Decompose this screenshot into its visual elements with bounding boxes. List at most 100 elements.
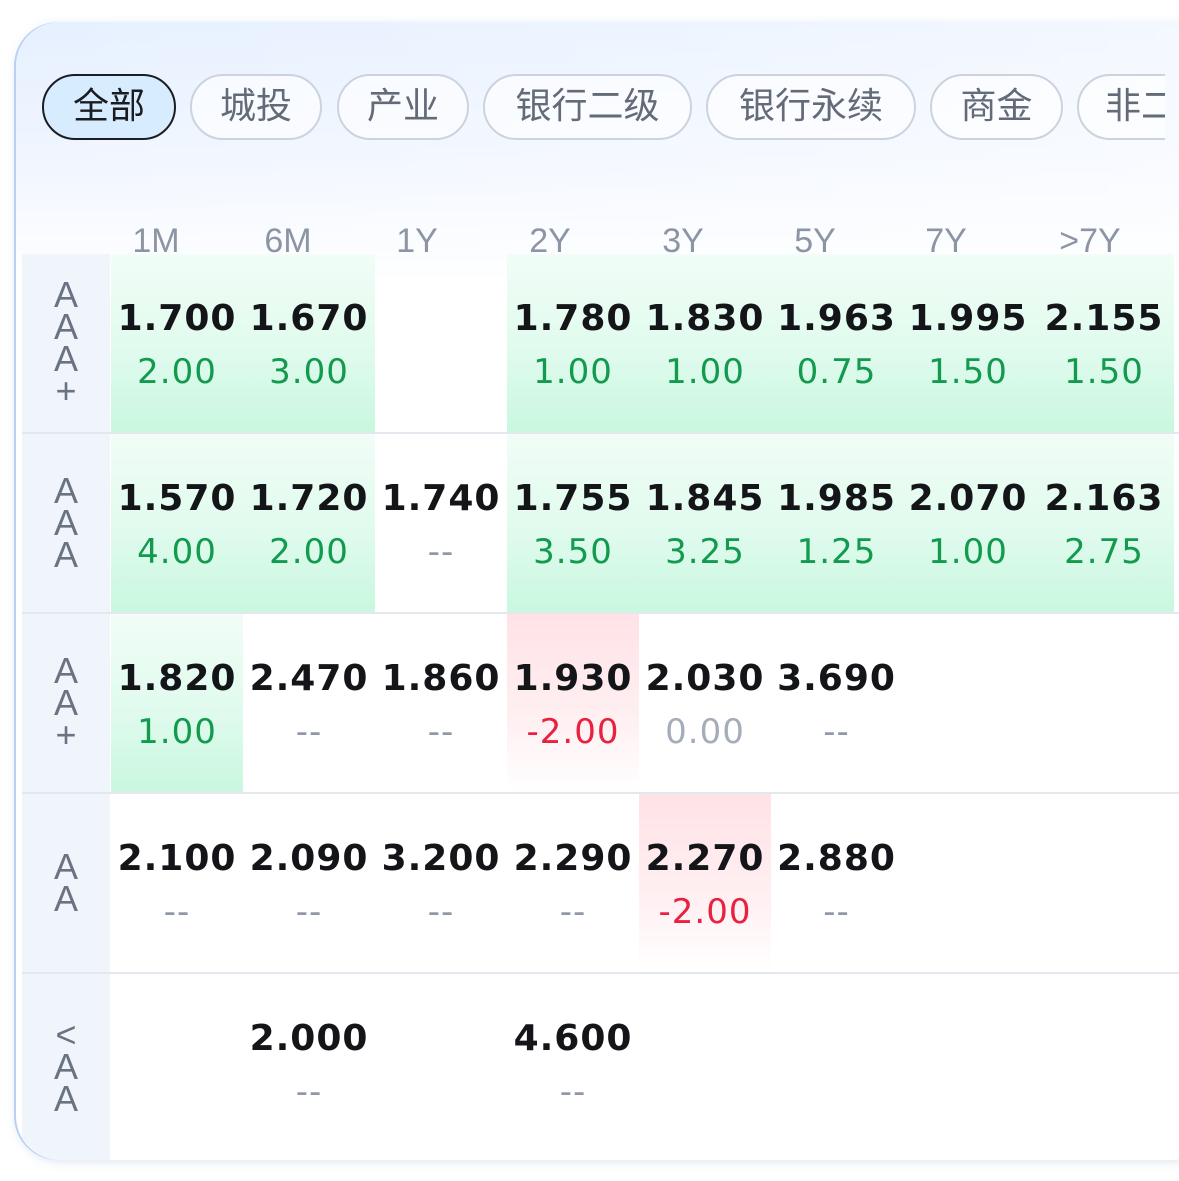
yield-cell[interactable]: 1.985 1.25	[771, 434, 902, 612]
yield-change: 2.75	[1064, 532, 1144, 572]
yield-cell[interactable]: 2.290 --	[507, 794, 639, 972]
yield-value: 1.570	[117, 478, 237, 519]
yield-cell[interactable]: 1.930 -2.00	[507, 614, 639, 792]
yield-cell[interactable]: 2.470 --	[243, 614, 375, 792]
yield-cell[interactable]: 2.880 --	[771, 794, 902, 972]
yield-change: 2.00	[269, 532, 349, 572]
yield-change: --	[427, 892, 455, 932]
yield-cell[interactable]: 1.995 1.50	[902, 254, 1034, 432]
rating-row-aaa: AAA 1.570 4.00 1.720 2.00 1.740 -- 1.755 3.50 1.8…	[22, 434, 1179, 612]
yield-cell[interactable]: 2.030 0.00	[639, 614, 771, 792]
yield-value: 3.200	[381, 838, 501, 879]
yield-cell[interactable]: 2.070 1.00	[902, 434, 1034, 612]
rating-row-below-aa: <AA 2.000 -- 4.600 --	[22, 974, 1179, 1160]
yield-value: 2.030	[645, 658, 765, 699]
yield-cell	[771, 974, 902, 1160]
yield-cell[interactable]: 1.700 2.00	[111, 254, 243, 432]
yield-value: 2.100	[117, 838, 237, 879]
yield-cell[interactable]: 2.163 2.75	[1034, 434, 1174, 612]
yield-value: 2.000	[249, 1018, 369, 1059]
yield-change: 1.50	[928, 352, 1008, 392]
yield-cell	[1034, 614, 1174, 792]
yield-value: 1.930	[513, 658, 633, 699]
yield-cell[interactable]: 1.860 --	[375, 614, 507, 792]
yield-value: 2.470	[249, 658, 369, 699]
rating-row-aaa-plus: AAA+ 1.700 2.00 1.670 3.00 1.780 1.00 1.830 1.00…	[22, 254, 1179, 432]
yield-cell[interactable]: 3.690 --	[771, 614, 902, 792]
yield-value: 3.690	[777, 658, 896, 699]
yield-cell	[639, 974, 771, 1160]
yield-value: 2.290	[513, 838, 633, 879]
category-tab-bar[interactable]: 全部 城投 产业 银行二级 银行永续 商金 非二	[42, 74, 1165, 144]
rating-row-aa-plus: AA+ 1.820 1.00 2.470 -- 1.860 -- 1.930 -2.00 2.03…	[22, 614, 1179, 792]
yield-cell[interactable]: 1.963 0.75	[771, 254, 902, 432]
yield-value: 1.700	[117, 298, 237, 339]
rating-label-cell: <AA	[22, 974, 110, 1160]
yield-cell	[375, 974, 507, 1160]
yield-value: 1.963	[777, 298, 896, 339]
yield-cell[interactable]: 1.740 --	[375, 434, 507, 612]
yield-cell[interactable]: 2.155 1.50	[1034, 254, 1174, 432]
yield-change: -2.00	[526, 712, 620, 752]
yield-cell[interactable]: 1.780 1.00	[507, 254, 639, 432]
rating-label: AAA+	[53, 274, 78, 411]
yield-change: --	[163, 892, 191, 932]
yield-table-card: 全部 城投 产业 银行二级 银行永续 商金 非二 1M 6M 1Y 2Y 3Y …	[16, 22, 1179, 1160]
yield-change: 3.50	[533, 532, 613, 572]
yield-cell[interactable]: 1.670 3.00	[243, 254, 375, 432]
tab-all[interactable]: 全部	[42, 74, 176, 140]
yield-cell[interactable]: 1.830 1.00	[639, 254, 771, 432]
yield-change: 1.00	[665, 352, 745, 392]
yield-cell[interactable]: 2.090 --	[243, 794, 375, 972]
yield-value: 2.270	[645, 838, 765, 879]
yield-value: 2.070	[908, 478, 1028, 519]
yield-value: 1.670	[249, 298, 369, 339]
rating-label: <AA	[53, 1014, 78, 1119]
yield-change: 1.50	[1064, 352, 1144, 392]
yield-change: 0.00	[665, 712, 745, 752]
tab-bank-tier2[interactable]: 银行二级	[483, 74, 692, 140]
yield-change: --	[427, 712, 455, 752]
yield-value: 4.600	[513, 1018, 633, 1059]
yield-change: 3.25	[665, 532, 745, 572]
yield-cell[interactable]: 2.270 -2.00	[639, 794, 771, 972]
yield-cell[interactable]: 1.845 3.25	[639, 434, 771, 612]
rating-label-cell: AA+	[22, 614, 110, 792]
yield-change: -2.00	[658, 892, 752, 932]
yield-value: 1.780	[513, 298, 633, 339]
yield-change: --	[295, 712, 323, 752]
tab-non-tier2[interactable]: 非二	[1077, 74, 1165, 140]
yield-change: --	[295, 1072, 323, 1112]
yield-cell[interactable]: 1.820 1.00	[111, 614, 243, 792]
tab-chengtou[interactable]: 城投	[190, 74, 322, 140]
yield-change: --	[823, 712, 850, 752]
yield-cell[interactable]: 1.755 3.50	[507, 434, 639, 612]
yield-cell	[111, 974, 243, 1160]
yield-cell	[902, 974, 1034, 1160]
yield-cell[interactable]: 1.570 4.00	[111, 434, 243, 612]
rating-label-cell: AA	[22, 794, 110, 972]
yield-cell[interactable]: 1.720 2.00	[243, 434, 375, 612]
yield-value: 2.880	[777, 838, 896, 879]
yield-value: 1.860	[381, 658, 501, 699]
yield-cell	[1034, 974, 1174, 1160]
yield-change: 1.00	[928, 532, 1008, 572]
yield-change: 4.00	[137, 532, 217, 572]
tab-bank-perpetual[interactable]: 银行永续	[706, 74, 916, 140]
yield-change: 1.00	[533, 352, 613, 392]
tab-industry[interactable]: 产业	[337, 74, 469, 140]
rating-label: AAA	[53, 470, 78, 575]
tab-commercial-finance[interactable]: 商金	[930, 74, 1063, 140]
yield-cell[interactable]: 2.000 --	[243, 974, 375, 1160]
yield-cell[interactable]: 3.200 --	[375, 794, 507, 972]
rating-row-aa: AA 2.100 -- 2.090 -- 3.200 -- 2.290 -- 2.270 -2.00…	[22, 794, 1179, 972]
yield-cell[interactable]: 4.600 --	[507, 974, 639, 1160]
yield-change: --	[427, 532, 455, 572]
yield-value: 2.163	[1044, 478, 1164, 519]
yield-value: 1.995	[908, 298, 1028, 339]
yield-change: --	[559, 1072, 587, 1112]
yield-change: 1.25	[796, 532, 877, 572]
rating-label: AA	[53, 846, 78, 919]
yield-cell[interactable]: 2.100 --	[111, 794, 243, 972]
yield-cell	[902, 614, 1034, 792]
